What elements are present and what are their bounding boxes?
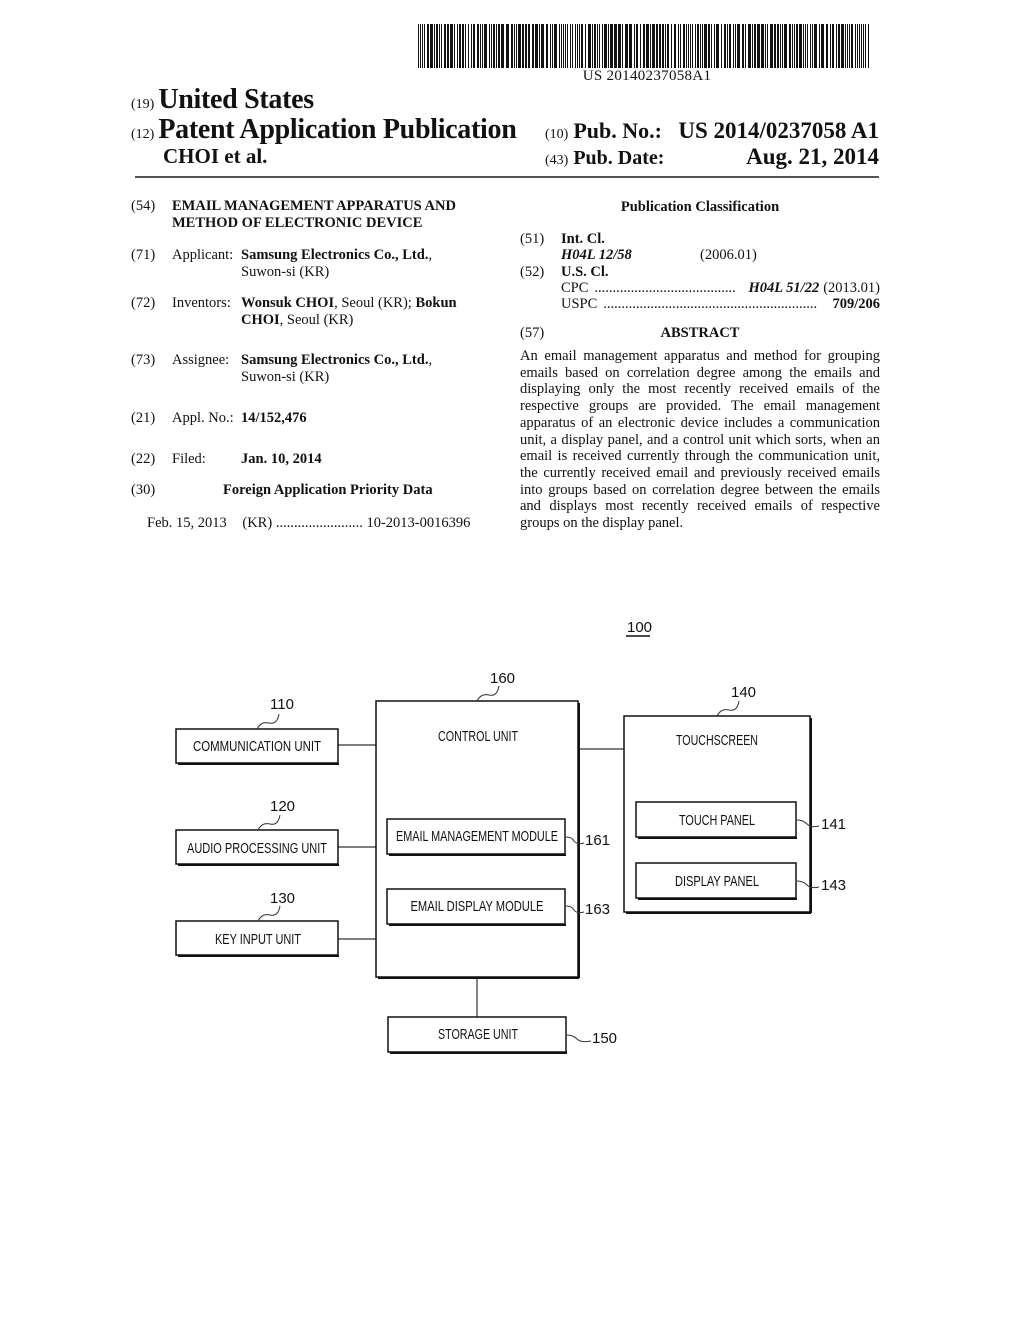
email-display-module-block: EMAIL DISPLAY MODULE 163	[386, 888, 610, 926]
ref-140: 140	[731, 684, 756, 701]
ref-160: 160	[490, 670, 515, 687]
email-management-module-block: EMAIL MANAGEMENT MODULE 161	[386, 818, 610, 856]
control-unit-label: CONTROL UNIT	[438, 728, 518, 745]
figure-ref-label: 100	[627, 619, 652, 636]
connectors	[338, 744, 624, 1017]
storage-unit-block: STORAGE UNIT 150	[387, 1016, 617, 1054]
block-diagram: 100 COMMUNICATION UNIT 110 AUDIO PROCESS…	[175, 619, 846, 1054]
touch-panel-block: TOUCH PANEL 141	[635, 801, 846, 839]
key-input-unit-label: KEY INPUT UNIT	[215, 931, 301, 948]
leader-143	[796, 880, 820, 889]
leader-150	[566, 1034, 592, 1043]
leader-160	[476, 685, 500, 702]
communication-unit-label: COMMUNICATION UNIT	[193, 738, 321, 755]
ref-161: 161	[585, 832, 610, 849]
leader-130	[257, 905, 281, 922]
touchscreen-label: TOUCHSCREEN	[676, 732, 758, 749]
ref-130: 130	[270, 890, 295, 907]
leader-141	[796, 819, 820, 828]
display-panel-block: DISPLAY PANEL 143	[635, 862, 846, 900]
audio-processing-unit-block: AUDIO PROCESSING UNIT 120	[175, 798, 339, 866]
key-input-unit-block: KEY INPUT UNIT 130	[175, 890, 339, 957]
audio-processing-unit-label: AUDIO PROCESSING UNIT	[187, 840, 327, 857]
leader-140	[716, 700, 740, 717]
leader-161	[565, 836, 585, 845]
leader-110	[256, 713, 280, 730]
ref-150: 150	[592, 1030, 617, 1047]
touch-panel-label: TOUCH PANEL	[679, 812, 755, 829]
display-panel-label: DISPLAY PANEL	[675, 873, 759, 890]
storage-unit-label: STORAGE UNIT	[438, 1026, 518, 1043]
ref-120: 120	[270, 798, 295, 815]
ref-110: 110	[270, 696, 294, 713]
leader-120	[257, 814, 281, 831]
ref-141: 141	[821, 816, 846, 833]
email-management-module-label: EMAIL MANAGEMENT MODULE	[396, 828, 558, 845]
ref-163: 163	[585, 901, 610, 918]
communication-unit-block: COMMUNICATION UNIT 110	[175, 696, 339, 765]
leader-163	[565, 905, 585, 914]
email-display-module-label: EMAIL DISPLAY MODULE	[411, 898, 544, 915]
ref-143: 143	[821, 877, 846, 894]
